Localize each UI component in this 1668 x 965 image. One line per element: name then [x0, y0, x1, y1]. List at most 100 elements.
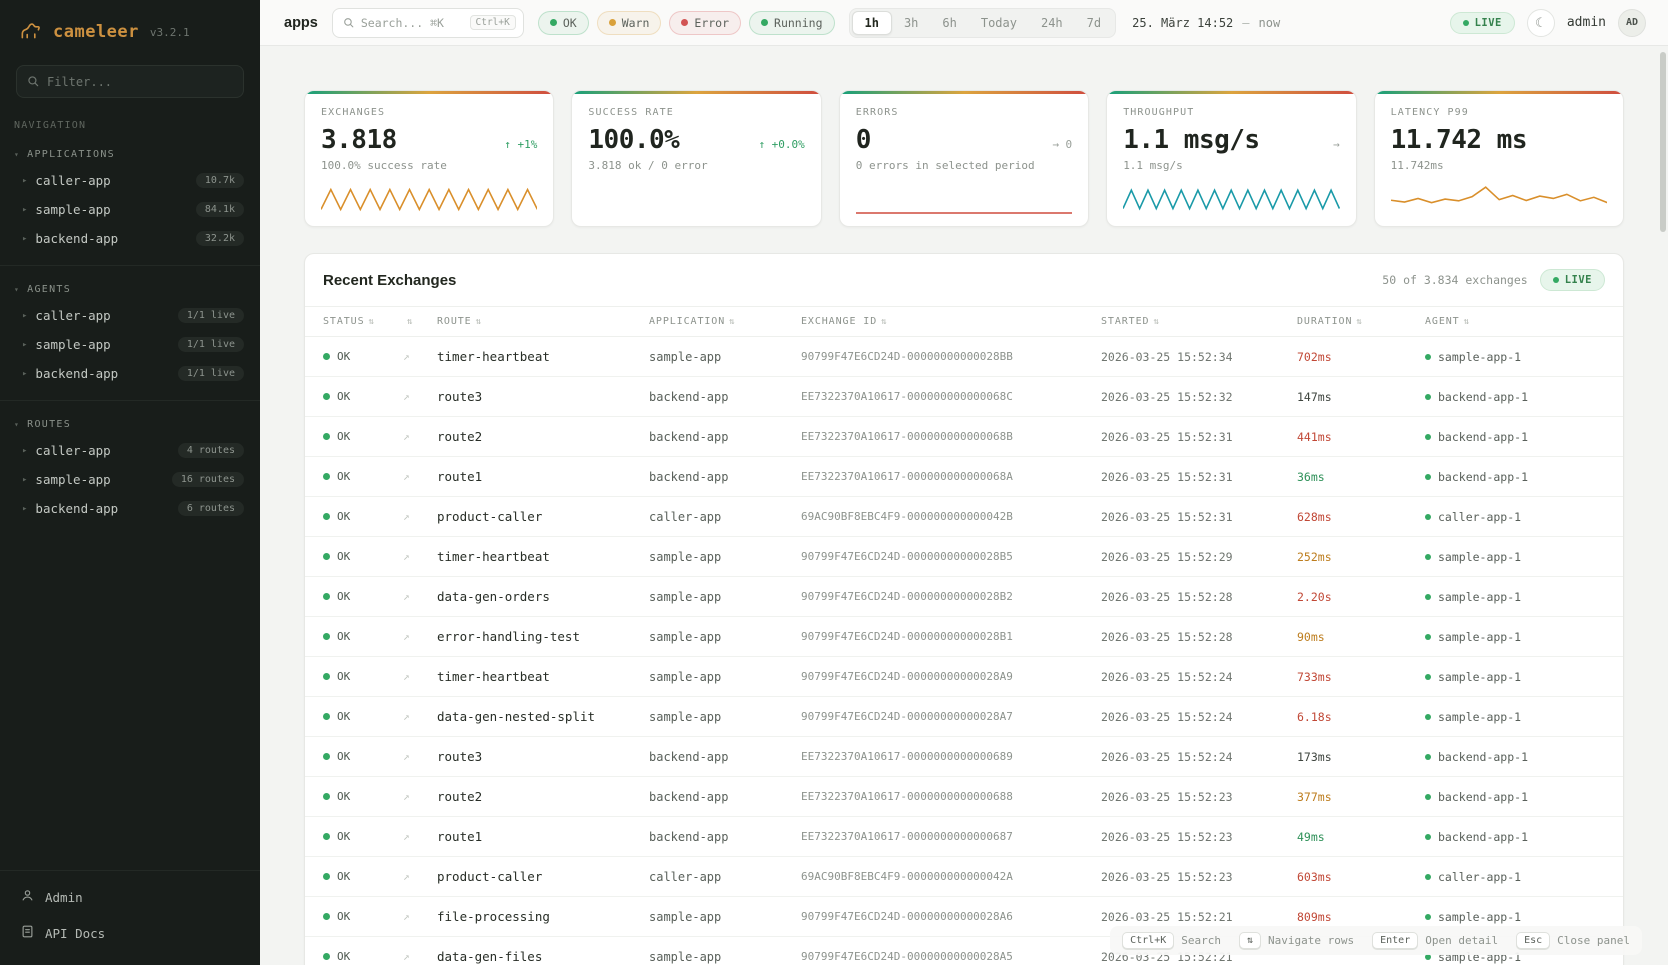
brand-version: v3.2.1 — [150, 26, 190, 39]
sidebar-routes-caller-app[interactable]: ▸caller-app4 routes — [0, 436, 260, 465]
application-cell: sample-app — [639, 617, 791, 657]
table-row[interactable]: OK↗route2backend-appEE7322370A10617-0000… — [305, 777, 1623, 817]
column-header-expand[interactable]: ⇅ — [393, 307, 427, 337]
filter-chip-running[interactable]: Running — [749, 11, 834, 35]
sidebar-applications-backend-app[interactable]: ▸backend-app32.2k — [0, 224, 260, 253]
column-header-started[interactable]: STARTED⇅ — [1091, 307, 1287, 337]
table-row[interactable]: OK↗product-callercaller-app69AC90BF8EBC4… — [305, 857, 1623, 897]
table-head: STATUS⇅⇅ROUTE⇅APPLICATION⇅EXCHANGE ID⇅ST… — [305, 307, 1623, 337]
section-title-routes[interactable]: ▾ROUTES — [0, 411, 260, 436]
range-24h[interactable]: 24h — [1029, 12, 1075, 34]
open-detail-icon[interactable]: ↗ — [403, 950, 410, 963]
section-title-applications[interactable]: ▾APPLICATIONS — [0, 141, 260, 166]
open-detail-icon[interactable]: ↗ — [403, 510, 410, 523]
avatar[interactable]: AD — [1618, 9, 1646, 37]
sidebar-routes-sample-app[interactable]: ▸sample-app16 routes — [0, 465, 260, 494]
status-text: OK — [337, 910, 350, 923]
sidebar-agents-caller-app[interactable]: ▸caller-app1/1 live — [0, 301, 260, 330]
agent-name: backend-app-1 — [1438, 790, 1528, 804]
column-header-application[interactable]: APPLICATION⇅ — [639, 307, 791, 337]
column-header-duration[interactable]: DURATION⇅ — [1287, 307, 1415, 337]
open-detail-icon[interactable]: ↗ — [403, 350, 410, 363]
table-row[interactable]: OK↗route3backend-appEE7322370A10617-0000… — [305, 737, 1623, 777]
table-row[interactable]: OK↗route2backend-appEE7322370A10617-0000… — [305, 417, 1623, 457]
open-detail-icon[interactable]: ↗ — [403, 870, 410, 883]
open-detail-icon[interactable]: ↗ — [403, 590, 410, 603]
stat-value: 100.0% — [588, 125, 679, 155]
agent-value: sample-app-1 — [1425, 350, 1613, 364]
open-detail-icon[interactable]: ↗ — [403, 430, 410, 443]
open-detail-icon[interactable]: ↗ — [403, 750, 410, 763]
range-7d[interactable]: 7d — [1075, 12, 1113, 34]
sidebar-item-label: backend-app — [35, 501, 118, 516]
open-detail-icon[interactable]: ↗ — [403, 710, 410, 723]
sidebar-applications-caller-app[interactable]: ▸caller-app10.7k — [0, 166, 260, 195]
footer-item-admin[interactable]: Admin — [0, 879, 260, 915]
agent-dot-icon — [1425, 394, 1431, 400]
started-cell: 2026-03-25 15:52:31 — [1091, 497, 1287, 537]
range-1h[interactable]: 1h — [852, 11, 892, 35]
section-title-agents[interactable]: ▾AGENTS — [0, 276, 260, 301]
filter-chip-ok[interactable]: OK — [538, 11, 589, 35]
sidebar-applications-sample-app[interactable]: ▸sample-app84.1k — [0, 195, 260, 224]
application-cell: sample-app — [639, 897, 791, 937]
table-row[interactable]: OK↗data-gen-orderssample-app90799F47E6CD… — [305, 577, 1623, 617]
table-row[interactable]: OK↗product-callercaller-app69AC90BF8EBC4… — [305, 497, 1623, 537]
route-cell: data-gen-files — [427, 937, 639, 965]
hint-search: Ctrl+KSearch — [1122, 932, 1221, 949]
table-row[interactable]: OK↗route3backend-appEE7322370A10617-0000… — [305, 377, 1623, 417]
agent-cell: sample-app-1 — [1415, 657, 1623, 697]
ok-dot-icon — [323, 553, 330, 560]
ok-dot-icon — [323, 873, 330, 880]
footer-item-api-docs[interactable]: API Docs — [0, 915, 260, 951]
stat-value-row: 1.1 msg/s→ — [1123, 125, 1339, 155]
table-row[interactable]: OK↗route1backend-appEE7322370A10617-0000… — [305, 817, 1623, 857]
started-cell: 2026-03-25 15:52:23 — [1091, 857, 1287, 897]
range-today[interactable]: Today — [969, 12, 1029, 34]
search-input[interactable] — [361, 16, 464, 30]
expand-cell: ↗ — [393, 897, 427, 937]
open-detail-icon[interactable]: ↗ — [403, 630, 410, 643]
sidebar-agents-sample-app[interactable]: ▸sample-app1/1 live — [0, 330, 260, 359]
table-row[interactable]: OK↗timer-heartbeatsample-app90799F47E6CD… — [305, 337, 1623, 377]
table-row[interactable]: OK↗route1backend-appEE7322370A10617-0000… — [305, 457, 1623, 497]
column-header-agent[interactable]: AGENT⇅ — [1415, 307, 1623, 337]
open-detail-icon[interactable]: ↗ — [403, 910, 410, 923]
open-detail-icon[interactable]: ↗ — [403, 790, 410, 803]
sort-icon: ⇅ — [1464, 317, 1470, 327]
filter-chip-error[interactable]: Error — [669, 11, 741, 35]
ok-dot-icon — [323, 793, 330, 800]
open-detail-icon[interactable]: ↗ — [403, 550, 410, 563]
open-detail-icon[interactable]: ↗ — [403, 670, 410, 683]
agent-dot-icon — [1425, 794, 1431, 800]
sidebar-item-label: sample-app — [35, 202, 110, 217]
status-text: OK — [337, 590, 350, 603]
theme-toggle-button[interactable]: ☾ — [1527, 9, 1555, 37]
filter-chip-warn[interactable]: Warn — [597, 11, 662, 35]
table-row[interactable]: OK↗error-handling-testsample-app90799F47… — [305, 617, 1623, 657]
agent-value: caller-app-1 — [1425, 870, 1613, 884]
sidebar-section-applications: ▾APPLICATIONS▸caller-app10.7k▸sample-app… — [0, 141, 260, 265]
open-detail-icon[interactable]: ↗ — [403, 470, 410, 483]
scrollbar-thumb[interactable] — [1660, 52, 1666, 232]
card-body: THROUGHPUT1.1 msg/s→1.1 msg/s — [1107, 94, 1355, 226]
table-row[interactable]: OK↗data-gen-nested-splitsample-app90799F… — [305, 697, 1623, 737]
duration-cell: 90ms — [1287, 617, 1415, 657]
agent-name: sample-app-1 — [1438, 590, 1521, 604]
chevron-right-icon: ▸ — [22, 369, 27, 379]
sidebar-filter-input[interactable] — [16, 65, 244, 98]
hint-key: Ctrl+K — [1122, 932, 1174, 949]
column-header-route[interactable]: ROUTE⇅ — [427, 307, 639, 337]
sidebar-agents-backend-app[interactable]: ▸backend-app1/1 live — [0, 359, 260, 388]
sidebar-item-label: sample-app — [35, 472, 110, 487]
table-row[interactable]: OK↗timer-heartbeatsample-app90799F47E6CD… — [305, 657, 1623, 697]
column-header-status[interactable]: STATUS⇅ — [305, 307, 393, 337]
range-3h[interactable]: 3h — [892, 12, 930, 34]
range-6h[interactable]: 6h — [930, 12, 968, 34]
sidebar-routes-backend-app[interactable]: ▸backend-app6 routes — [0, 494, 260, 523]
column-header-exchange-id[interactable]: EXCHANGE ID⇅ — [791, 307, 1091, 337]
open-detail-icon[interactable]: ↗ — [403, 830, 410, 843]
open-detail-icon[interactable]: ↗ — [403, 390, 410, 403]
table-row[interactable]: OK↗timer-heartbeatsample-app90799F47E6CD… — [305, 537, 1623, 577]
agent-name: backend-app-1 — [1438, 750, 1528, 764]
